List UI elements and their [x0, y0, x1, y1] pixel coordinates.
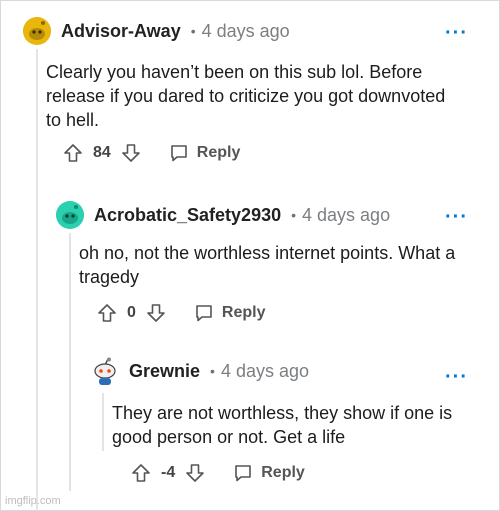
- comment-bubble-icon: [169, 143, 189, 163]
- watermark: imgflip.com: [5, 495, 61, 507]
- downvote-icon[interactable]: [185, 463, 205, 483]
- user-avatar-icon[interactable]: [91, 357, 119, 385]
- reply-button[interactable]: Reply: [194, 303, 266, 323]
- more-options-icon[interactable]: ···: [445, 207, 468, 227]
- reply-label: Reply: [261, 464, 305, 481]
- thread-line-level-3[interactable]: [102, 393, 104, 451]
- user-avatar-icon[interactable]: [56, 201, 84, 229]
- username[interactable]: Acrobatic_Safety2930: [94, 205, 281, 226]
- vote-score: 0: [127, 304, 136, 321]
- thread-line-level-2[interactable]: [69, 233, 71, 491]
- thread-line-level-1[interactable]: [36, 49, 38, 511]
- timestamp[interactable]: 4 days ago: [302, 205, 390, 226]
- downvote-icon[interactable]: [146, 303, 166, 323]
- timestamp[interactable]: 4 days ago: [221, 361, 309, 382]
- reply-button[interactable]: Reply: [233, 463, 305, 483]
- upvote-icon[interactable]: [63, 143, 83, 163]
- upvote-icon[interactable]: [97, 303, 117, 323]
- reply-label: Reply: [196, 144, 241, 161]
- comment-bubble-icon: [194, 303, 214, 323]
- separator-dot: •: [190, 23, 196, 39]
- separator-dot: •: [210, 363, 215, 379]
- more-options-icon[interactable]: ···: [445, 367, 468, 387]
- comment-thread: Advisor-Away • 4 days ago ··· Clearly yo…: [0, 0, 500, 511]
- upvote-icon[interactable]: [131, 463, 151, 483]
- username[interactable]: Grewnie: [129, 361, 200, 382]
- timestamp[interactable]: 4 days ago: [202, 21, 290, 42]
- downvote-icon[interactable]: [121, 143, 141, 163]
- user-avatar-icon[interactable]: [23, 17, 51, 45]
- comment-body: oh no, not the worthless internet points…: [79, 243, 456, 287]
- username[interactable]: Advisor-Away: [61, 21, 181, 42]
- comment-body: Clearly you haven’t been on this sub lol…: [46, 62, 446, 130]
- comment-body: They are not worthless, they show if one…: [112, 403, 453, 447]
- comment-bubble-icon: [233, 463, 253, 483]
- reply-label: Reply: [221, 304, 266, 321]
- vote-score: 84: [93, 144, 111, 161]
- reply-button[interactable]: Reply: [169, 143, 241, 163]
- separator-dot: •: [291, 207, 297, 223]
- more-options-icon[interactable]: ···: [445, 23, 468, 43]
- vote-score: -4: [161, 464, 176, 481]
